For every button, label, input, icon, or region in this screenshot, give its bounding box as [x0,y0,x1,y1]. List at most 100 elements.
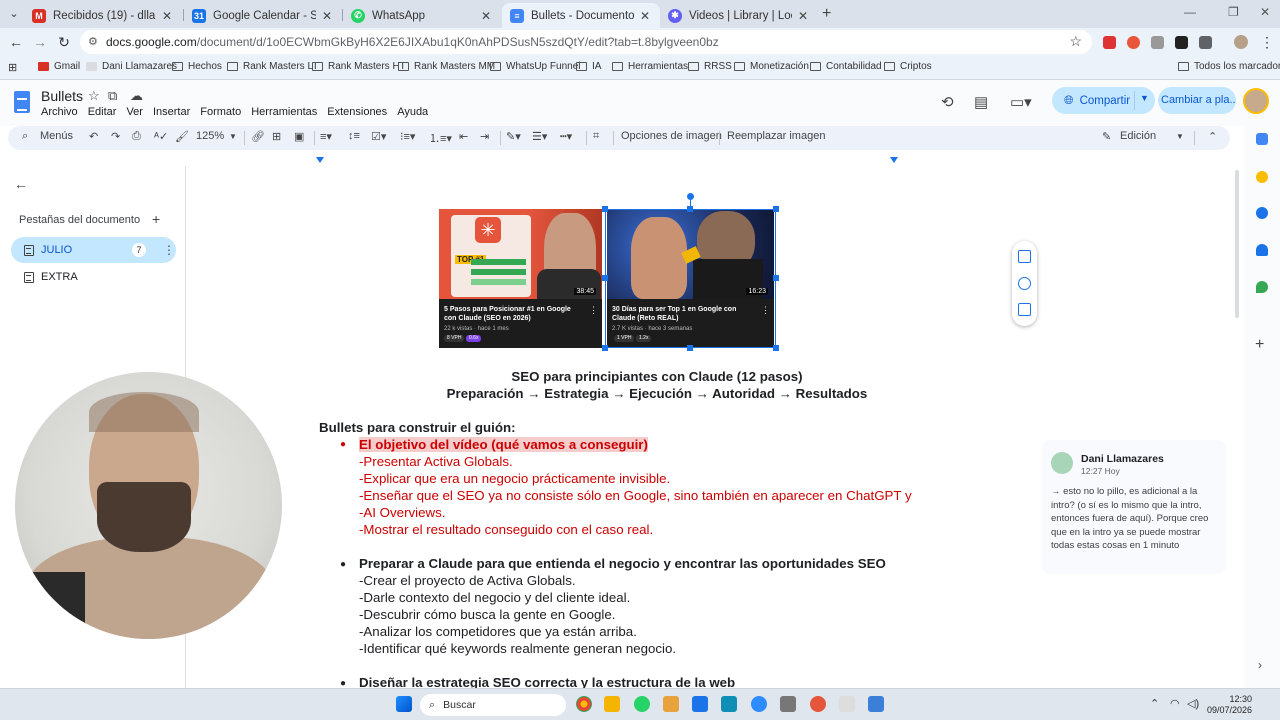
meet-icon[interactable]: ▭▾ [1010,93,1032,111]
bookmark-folder[interactable]: RRSS [688,61,732,72]
section-2-line[interactable]: -Analizar los competidores que ya están … [359,623,637,640]
close-tab-icon[interactable]: ✕ [320,9,334,23]
app-icon[interactable] [721,696,737,712]
bulleted-list-icon[interactable]: ⁝≡▾ [400,130,415,143]
menu-ver[interactable]: Ver [126,106,143,118]
border-dash-icon[interactable]: ┅▾ [560,130,572,143]
volume-icon[interactable]: ◁) [1187,697,1199,710]
bookmark-star-icon[interactable]: ☆ [1069,33,1082,50]
tab-gmail[interactable]: M Recibidos (19) - dllamazares91@ ✕ [24,3,182,28]
comment-card[interactable]: Dani Llamazares 12:27 Hoy → esto no lo p… [1042,440,1226,574]
edit-mode-icon[interactable]: ✎ [1102,130,1111,143]
menu-archivo[interactable]: Archivo [41,106,78,118]
ruler-indent-marker[interactable] [316,157,324,163]
new-tab-icon[interactable]: + [822,5,831,23]
extension-icon[interactable] [1151,36,1164,49]
bookmark-folder[interactable]: Herramientas [612,61,688,72]
spellcheck-icon[interactable]: ᴬ✓ [154,130,168,143]
bookmark-folder[interactable]: IA [576,61,601,72]
browser-menu-icon[interactable]: ⋮ [1260,34,1274,51]
extension-icon[interactable] [1127,36,1140,49]
undo-icon[interactable]: ↶ [89,130,98,143]
cloud-status-icon[interactable]: ☁ [130,88,143,104]
close-tab-icon[interactable]: ✕ [160,9,174,23]
tasks-icon[interactable] [1256,207,1268,219]
border-color-icon[interactable]: ✎▾ [506,130,521,143]
restore-icon[interactable]: ❐ [1228,5,1239,19]
resize-handle[interactable] [602,206,608,212]
add-comment-icon[interactable]: ⊞ [272,130,281,143]
extension-icon[interactable] [1175,36,1188,49]
windows-start-icon[interactable] [396,696,412,712]
tab-whatsapp[interactable]: ✆ WhatsApp ✕ [343,3,501,28]
wifi-icon[interactable]: ◠ [1170,697,1180,710]
profile-icon[interactable] [1234,35,1248,49]
app-icon[interactable] [868,696,884,712]
bullets-title[interactable]: Bullets para construir el guión: [319,419,516,436]
scrollbar[interactable] [1235,170,1239,318]
bookmark-gmail[interactable]: Gmail [38,61,80,72]
close-tab-icon[interactable]: ✕ [479,9,493,23]
checklist-icon[interactable]: ☑▾ [371,130,386,143]
section-3-title[interactable]: Diseñar la estrategia SEO correcta y la … [359,674,735,688]
extension-icon[interactable] [1103,36,1116,49]
more-options-icon[interactable]: ⋮ [163,243,175,257]
crop-icon[interactable]: ⌗ [593,130,599,143]
keep-icon[interactable] [1256,171,1268,183]
close-tab-icon[interactable]: ✕ [796,9,810,23]
align-icon[interactable]: ≡▾ [320,130,332,143]
section-1-line[interactable]: -Mostrar el resultado conseguido con el … [359,521,653,538]
add-addon-icon[interactable]: + [1255,336,1264,354]
menu-editar[interactable]: Editar [88,106,117,118]
rotate-handle[interactable] [687,193,694,200]
section-1-line[interactable]: -AI Overviews. [359,504,445,521]
url-field[interactable]: ⚙ docs.google.com/document/d/1o0ECWbmGkB… [80,30,1092,54]
app-icon[interactable] [839,696,855,712]
zoom-select[interactable]: 125% [196,130,224,142]
chevron-down-icon[interactable]: ▼ [229,132,237,141]
comments-icon[interactable]: ▤ [974,93,988,111]
resize-handle[interactable] [602,345,608,351]
chevron-up-icon[interactable]: ⌃ [1150,697,1159,710]
tab-loom[interactable]: ✱ Videos | Library | Loom ✕ [660,3,818,28]
resize-handle[interactable] [602,275,608,281]
add-comment-icon[interactable] [1018,250,1031,263]
bookmark-dani[interactable]: Dani Llamazares [86,61,177,72]
section-2-line[interactable]: -Crear el proyecto de Activa Globals. [359,572,576,589]
star-icon[interactable]: ☆ [88,88,100,104]
calendar-icon[interactable] [1256,133,1268,145]
editing-mode-select[interactable]: Edición [1120,130,1156,142]
section-1-line[interactable]: -Enseñar que el SEO ya no consiste sólo … [359,487,912,504]
menu-herramientas[interactable]: Herramientas [251,106,317,118]
collapse-toolbar-icon[interactable]: ⌃ [1208,130,1217,143]
bookmark-folder[interactable]: Hechos [172,61,222,72]
app-icon[interactable] [692,696,708,712]
border-weight-icon[interactable]: ☰▾ [532,130,547,143]
file-explorer-icon[interactable] [604,696,620,712]
bookmark-folder[interactable]: WhatsUp Funnel [490,61,580,72]
more-options-icon[interactable]: ⋮ [589,305,598,316]
section-2-line[interactable]: -Descubrir cómo busca la gente en Google… [359,606,615,623]
close-window-icon[interactable]: ✕ [1260,5,1270,19]
whatsapp-icon[interactable] [634,696,650,712]
version-history-icon[interactable]: ⟲ [941,93,954,111]
back-arrow-icon[interactable]: ← [14,176,28,192]
maps-icon[interactable] [1256,281,1268,293]
back-icon[interactable]: ← [8,34,24,50]
resize-handle[interactable] [773,206,779,212]
section-2-title[interactable]: Preparar a Claude para que entienda el n… [359,555,886,572]
ruler-right-marker[interactable] [890,157,898,163]
add-tab-icon[interactable]: + [152,211,160,227]
link-icon[interactable]: 🔗︎ [251,130,265,143]
menu-insertar[interactable]: Insertar [153,106,190,118]
section-2-line[interactable]: -Darle contexto del negocio y del client… [359,589,630,606]
bookmark-folder[interactable]: Rank Masters LT [227,61,318,72]
contacts-icon[interactable] [1256,244,1268,256]
avatar[interactable] [1243,88,1269,114]
section-1-line[interactable]: -Presentar Activa Globals. [359,453,513,470]
tab-calendar[interactable]: 31 Google Calendar - Semana del ✕ [184,3,342,28]
resize-handle[interactable] [773,275,779,281]
tab-search-icon[interactable]: ⌄ [6,6,22,22]
bookmark-folder[interactable]: Rank Masters MM [398,61,495,72]
menu-ayuda[interactable]: Ayuda [397,106,428,118]
